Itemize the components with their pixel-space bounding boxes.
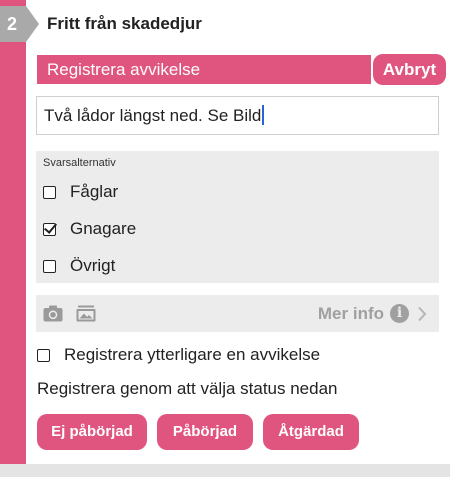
checkbox[interactable] xyxy=(37,348,50,362)
section-title: Fritt från skadedjur xyxy=(47,14,202,33)
checkbox[interactable] xyxy=(43,185,56,199)
checkbox-checked[interactable] xyxy=(43,222,56,236)
register-another-label: Registrera ytterligare en avvikelse xyxy=(64,345,321,364)
more-info-label: Mer info xyxy=(317,303,384,323)
left-accent-stripe xyxy=(0,0,26,464)
option-gnagare[interactable]: Gnagare xyxy=(43,217,136,241)
option-label: Övrigt xyxy=(70,256,116,275)
more-info-button[interactable]: Mer info i xyxy=(318,295,427,332)
camera-icon[interactable] xyxy=(43,305,63,322)
answer-options-heading: Svarsalternativ xyxy=(43,157,116,169)
info-icon: i xyxy=(390,304,409,323)
status-resolved-button[interactable]: Åtgärdad xyxy=(263,414,359,450)
chevron-right-icon xyxy=(418,306,427,321)
option-label: Gnagare xyxy=(70,219,137,238)
register-deviation-header: Registrera avvikelse xyxy=(37,55,371,84)
option-ovrigt[interactable]: Övrigt xyxy=(43,254,115,278)
option-faglar[interactable]: Fåglar xyxy=(43,180,118,204)
status-not-started-button[interactable]: Ej påbörjad xyxy=(37,414,147,450)
checkbox[interactable] xyxy=(43,259,56,273)
attachment-toolbar: Mer info i xyxy=(36,295,439,332)
answer-options-panel: Svarsalternativ Fåglar Gnagare Övrigt xyxy=(36,151,439,283)
text-caret xyxy=(262,105,265,125)
status-hint: Registrera genom att välja status nedan xyxy=(37,379,338,398)
comment-input[interactable]: Två lådor längst ned. Se Bild xyxy=(36,96,439,135)
status-started-button[interactable]: Påbörjad xyxy=(157,414,253,450)
comment-text: Två lådor längst ned. Se Bild xyxy=(44,106,262,125)
step-badge-arrow xyxy=(26,6,39,42)
image-gallery-icon[interactable] xyxy=(76,305,96,322)
step-number: 2 xyxy=(6,14,17,34)
option-label: Fåglar xyxy=(70,182,119,201)
register-another-deviation-option[interactable]: Registrera ytterligare en avvikelse xyxy=(37,345,320,365)
cancel-button[interactable]: Avbryt xyxy=(373,54,446,85)
bottom-divider xyxy=(0,464,450,477)
